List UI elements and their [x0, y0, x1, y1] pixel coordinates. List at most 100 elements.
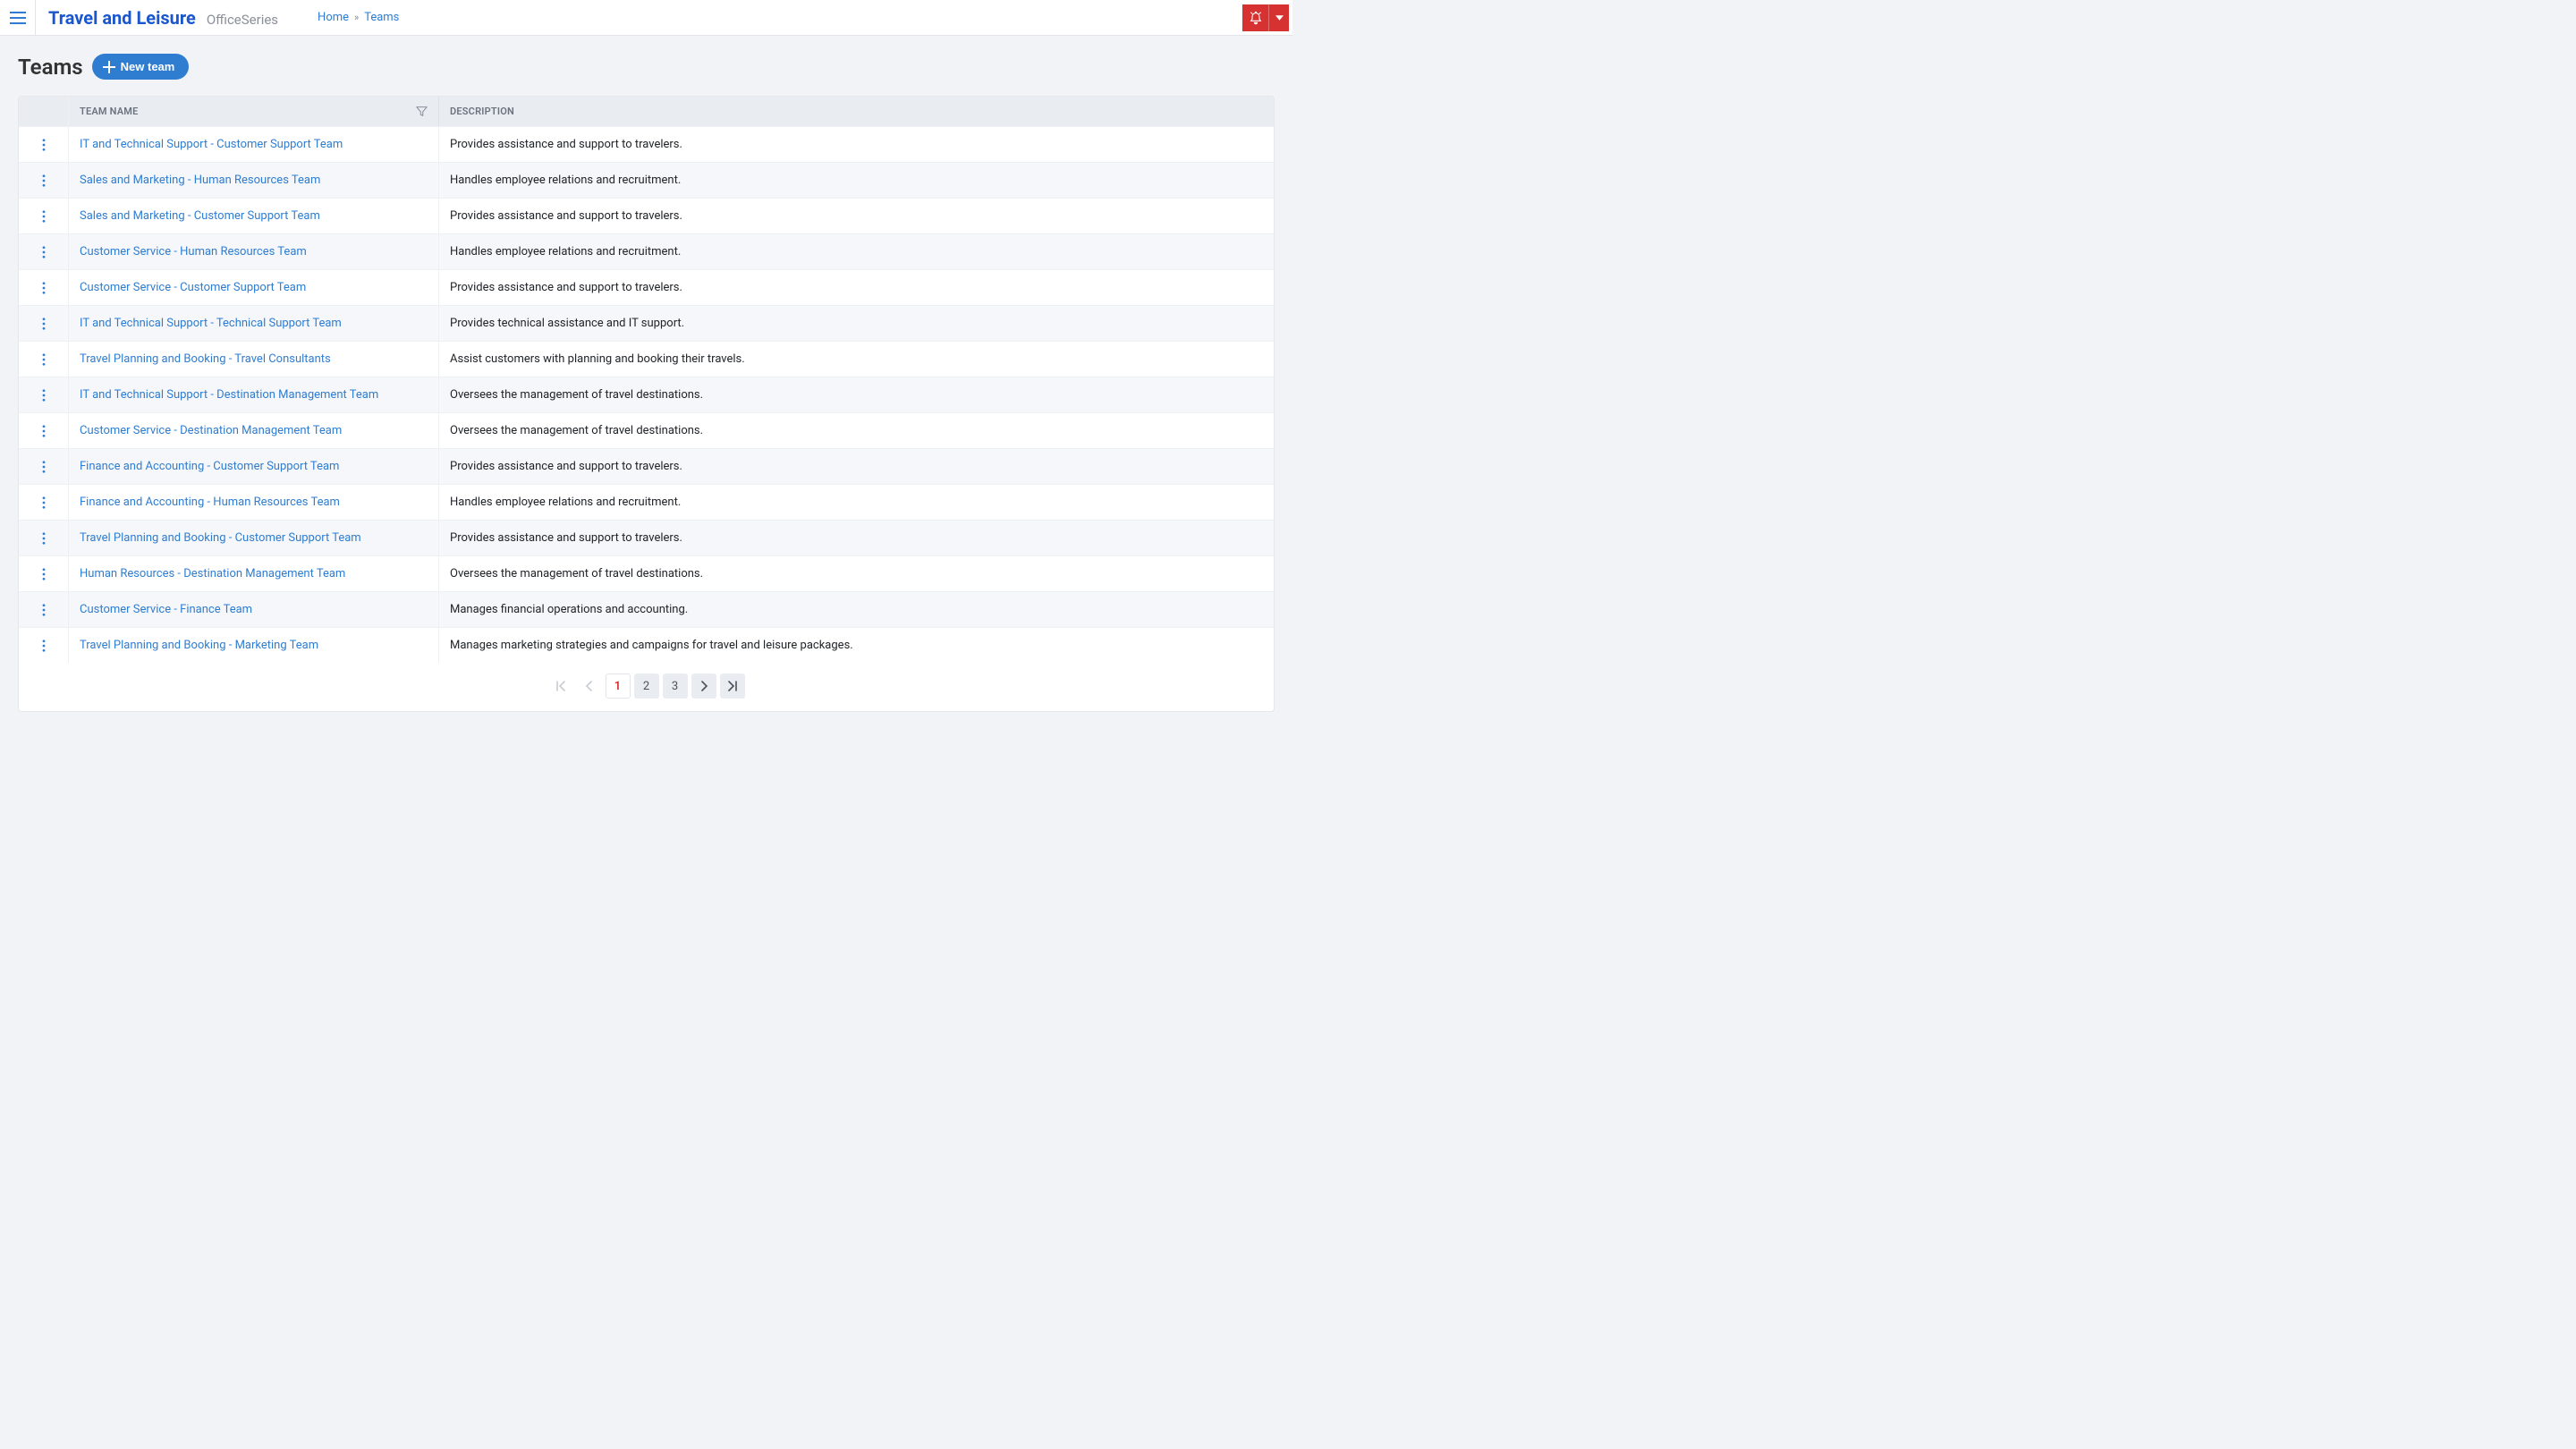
- row-actions-button[interactable]: [19, 234, 69, 269]
- caret-down-icon: [1275, 15, 1284, 21]
- header-team-name[interactable]: Team Name: [69, 97, 439, 126]
- header-actions-col: [19, 97, 69, 126]
- row-actions-button[interactable]: [19, 163, 69, 198]
- team-name-link[interactable]: Travel Planning and Booking - Marketing …: [80, 639, 318, 652]
- chevron-left-icon: [584, 681, 595, 691]
- notifications-dropdown-button[interactable]: [1269, 4, 1289, 31]
- pager-prev-button[interactable]: [577, 674, 602, 699]
- row-actions-button[interactable]: [19, 592, 69, 627]
- table-row: Travel Planning and Booking - Marketing …: [19, 627, 1274, 663]
- team-name-link[interactable]: Human Resources - Destination Management…: [80, 567, 345, 580]
- row-actions-button[interactable]: [19, 306, 69, 341]
- table-row: Travel Planning and Booking - Travel Con…: [19, 341, 1274, 377]
- grid-body: IT and Technical Support - Customer Supp…: [19, 126, 1274, 663]
- hamburger-icon: [10, 12, 26, 24]
- more-vertical-icon: [42, 246, 46, 258]
- team-name-link[interactable]: Sales and Marketing - Human Resources Te…: [80, 174, 320, 187]
- new-team-button[interactable]: New team: [92, 54, 190, 80]
- table-row: Customer Service - Customer Support Team…: [19, 269, 1274, 305]
- row-description-cell: Handles employee relations and recruitme…: [439, 485, 1274, 520]
- table-row: IT and Technical Support - Destination M…: [19, 377, 1274, 412]
- row-actions-button[interactable]: [19, 413, 69, 448]
- team-name-link[interactable]: Customer Service - Finance Team: [80, 603, 252, 616]
- row-actions-button[interactable]: [19, 270, 69, 305]
- team-name-link[interactable]: Customer Service - Customer Support Team: [80, 281, 306, 294]
- chevron-right-icon: [699, 681, 709, 691]
- team-name-link[interactable]: Customer Service - Human Resources Team: [80, 245, 307, 258]
- pager-page-3[interactable]: 3: [663, 674, 688, 699]
- table-row: Finance and Accounting - Customer Suppor…: [19, 448, 1274, 484]
- page-content: Teams New team Team Name Description IT …: [0, 36, 1292, 730]
- more-vertical-icon: [42, 174, 46, 187]
- row-actions-button[interactable]: [19, 199, 69, 233]
- pager-page-2[interactable]: 2: [634, 674, 659, 699]
- team-name-link[interactable]: Travel Planning and Booking - Customer S…: [80, 531, 361, 545]
- team-name-link[interactable]: IT and Technical Support - Destination M…: [80, 388, 378, 402]
- row-description-cell: Oversees the management of travel destin…: [439, 413, 1274, 448]
- more-vertical-icon: [42, 210, 46, 223]
- row-description-cell: Manages financial operations and account…: [439, 592, 1274, 627]
- team-name-link[interactable]: Finance and Accounting - Customer Suppor…: [80, 460, 339, 473]
- row-actions-button[interactable]: [19, 449, 69, 484]
- row-description-cell: Oversees the management of travel destin…: [439, 556, 1274, 591]
- grid-header: Team Name Description: [19, 97, 1274, 126]
- row-team-name-cell: Sales and Marketing - Customer Support T…: [69, 199, 439, 233]
- row-team-name-cell: Finance and Accounting - Customer Suppor…: [69, 449, 439, 484]
- row-actions-button[interactable]: [19, 127, 69, 162]
- row-team-name-cell: Human Resources - Destination Management…: [69, 556, 439, 591]
- breadcrumb: Home » Teams: [318, 11, 399, 24]
- row-actions-button[interactable]: [19, 485, 69, 520]
- header-description[interactable]: Description: [439, 97, 1274, 126]
- page-header: Teams New team: [18, 54, 1275, 80]
- row-team-name-cell: Customer Service - Finance Team: [69, 592, 439, 627]
- more-vertical-icon: [42, 604, 46, 616]
- pager-last-button[interactable]: [720, 674, 745, 699]
- row-description-cell: Handles employee relations and recruitme…: [439, 163, 1274, 198]
- team-name-link[interactable]: IT and Technical Support - Technical Sup…: [80, 317, 342, 330]
- row-actions-button[interactable]: [19, 628, 69, 663]
- header-team-name-label: Team Name: [80, 106, 139, 117]
- breadcrumb-current[interactable]: Teams: [364, 11, 399, 24]
- row-team-name-cell: IT and Technical Support - Destination M…: [69, 377, 439, 412]
- row-description-cell: Provides assistance and support to trave…: [439, 199, 1274, 233]
- row-description-cell: Provides assistance and support to trave…: [439, 270, 1274, 305]
- header-description-label: Description: [450, 106, 514, 117]
- brand[interactable]: Travel and Leisure OfficeSeries: [36, 7, 291, 29]
- plus-icon: [103, 61, 115, 73]
- row-actions-button[interactable]: [19, 342, 69, 377]
- team-name-link[interactable]: Travel Planning and Booking - Travel Con…: [80, 352, 331, 366]
- menu-toggle-button[interactable]: [0, 0, 36, 36]
- more-vertical-icon: [42, 496, 46, 509]
- more-vertical-icon: [42, 282, 46, 294]
- more-vertical-icon: [42, 425, 46, 437]
- team-name-link[interactable]: IT and Technical Support - Customer Supp…: [80, 138, 343, 151]
- row-actions-button[interactable]: [19, 377, 69, 412]
- row-actions-button[interactable]: [19, 521, 69, 555]
- row-team-name-cell: Customer Service - Human Resources Team: [69, 234, 439, 269]
- page-title: Teams: [18, 55, 83, 80]
- filter-icon[interactable]: [416, 106, 428, 117]
- table-row: Sales and Marketing - Customer Support T…: [19, 198, 1274, 233]
- row-actions-button[interactable]: [19, 556, 69, 591]
- table-row: Finance and Accounting - Human Resources…: [19, 484, 1274, 520]
- first-page-icon: [555, 681, 566, 691]
- notifications-button[interactable]: [1242, 4, 1269, 31]
- breadcrumb-home[interactable]: Home: [318, 11, 349, 24]
- team-name-link[interactable]: Sales and Marketing - Customer Support T…: [80, 209, 320, 223]
- table-row: IT and Technical Support - Technical Sup…: [19, 305, 1274, 341]
- bell-alert-icon: [1249, 11, 1263, 25]
- top-navbar: Travel and Leisure OfficeSeries Home » T…: [0, 0, 1292, 36]
- more-vertical-icon: [42, 318, 46, 330]
- pager-page-1[interactable]: 1: [606, 674, 631, 699]
- pager-first-button[interactable]: [548, 674, 573, 699]
- brand-secondary: OfficeSeries: [207, 12, 278, 28]
- row-team-name-cell: IT and Technical Support - Technical Sup…: [69, 306, 439, 341]
- table-row: Customer Service - Destination Managemen…: [19, 412, 1274, 448]
- pager-next-button[interactable]: [691, 674, 716, 699]
- more-vertical-icon: [42, 640, 46, 652]
- row-description-cell: Handles employee relations and recruitme…: [439, 234, 1274, 269]
- team-name-link[interactable]: Customer Service - Destination Managemen…: [80, 424, 342, 437]
- row-description-cell: Oversees the management of travel destin…: [439, 377, 1274, 412]
- team-name-link[interactable]: Finance and Accounting - Human Resources…: [80, 496, 340, 509]
- more-vertical-icon: [42, 139, 46, 151]
